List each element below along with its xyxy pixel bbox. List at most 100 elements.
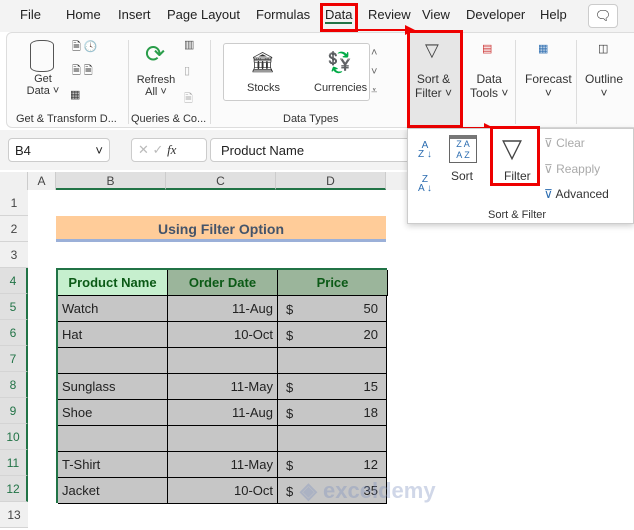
table-cell[interactable]: 18: [278, 400, 387, 426]
header-cell[interactable]: Price: [278, 270, 388, 296]
formula-buttons: ✕ ✓ fx: [131, 138, 207, 162]
name-box[interactable]: B4 ˅: [8, 138, 110, 162]
stocks-button[interactable]: Stocks: [247, 82, 280, 94]
column-header[interactable]: B: [56, 172, 166, 190]
watermark-logo: ◈ exceldemy: [300, 478, 436, 503]
sort-filter-highlight: [407, 30, 463, 128]
group-label: Get & Transform D...: [16, 113, 117, 125]
reapply-button: ⊽ Reapply: [544, 162, 601, 176]
column-header[interactable]: D: [276, 172, 386, 190]
currencies-icon: 💱: [327, 52, 352, 74]
sort-button[interactable]: Sort: [451, 169, 473, 183]
refresh-all-button[interactable]: Refresh All ˅: [134, 74, 178, 98]
header-cell[interactable]: Order Date: [168, 270, 278, 296]
table-cell[interactable]: Jacket: [58, 478, 168, 504]
header-cell[interactable]: Product Name: [58, 270, 168, 296]
ribbon-tabs: File Home Insert Page Layout Formulas Da…: [0, 0, 634, 32]
from-text-icon[interactable]: 🗎 🕓: [72, 38, 98, 57]
table-cell[interactable]: 11-May: [168, 374, 278, 400]
row-header[interactable]: 2: [0, 216, 28, 242]
tab-developer[interactable]: Developer: [466, 7, 525, 22]
column-header[interactable]: A: [28, 172, 56, 190]
currency-symbol: $: [286, 328, 294, 343]
table-cell[interactable]: Hat: [58, 322, 168, 348]
tab-formulas[interactable]: Formulas: [256, 7, 310, 22]
fx-icon[interactable]: fx: [167, 142, 176, 157]
table-cell[interactable]: 12: [278, 452, 387, 478]
table-cell[interactable]: 10-Oct: [168, 322, 278, 348]
data-tab-highlight: [320, 3, 358, 32]
tab-insert[interactable]: Insert: [118, 7, 151, 22]
table-cell[interactable]: [58, 348, 168, 374]
clear-button: ⊽ Clear: [544, 136, 585, 150]
group-label: Data Types: [283, 113, 339, 125]
enter-icon[interactable]: ✓: [153, 142, 164, 157]
row-header[interactable]: 7: [0, 346, 28, 372]
get-data-button[interactable]: Get Data ˅: [25, 73, 61, 97]
outline-button[interactable]: Outline ˅: [585, 72, 623, 100]
currency-symbol: $: [286, 458, 294, 473]
row-header[interactable]: 8: [0, 372, 28, 398]
tab-view[interactable]: View: [422, 7, 450, 22]
sort-icon: Z AA Z: [449, 135, 477, 163]
row-header[interactable]: 1: [0, 190, 28, 216]
group-label: Queries & Co...: [131, 113, 207, 125]
table-cell[interactable]: Watch: [58, 296, 168, 322]
tab-help[interactable]: Help: [540, 7, 567, 22]
sort-z-to-a-button[interactable]: ZA ↓: [418, 175, 432, 194]
table-cell[interactable]: T-Shirt: [58, 452, 168, 478]
edit-links-icon: ▯: [184, 65, 191, 77]
row-header[interactable]: 6: [0, 320, 28, 346]
tab-page-layout[interactable]: Page Layout: [167, 7, 240, 22]
table-icon[interactable]: ▦: [70, 88, 80, 101]
group-label: Sort & Filter: [488, 209, 547, 221]
comments-icon[interactable]: 🗨: [588, 4, 618, 28]
data-tools-button[interactable]: Data Tools ˅: [470, 72, 508, 100]
tab-file[interactable]: File: [20, 7, 41, 22]
column-header[interactable]: C: [166, 172, 276, 190]
advanced-button[interactable]: ⊽ Advanced: [544, 187, 609, 201]
table-cell[interactable]: [168, 426, 278, 452]
table-cell[interactable]: 10-Oct: [168, 478, 278, 504]
refresh-icon: ⟳: [145, 41, 166, 68]
database-icon: [30, 40, 54, 72]
sort-a-to-z-button[interactable]: AZ ↓: [418, 141, 432, 160]
table-cell[interactable]: 15: [278, 374, 387, 400]
table-cell[interactable]: [58, 426, 168, 452]
row-header[interactable]: 4: [0, 268, 28, 294]
currency-symbol: $: [286, 406, 294, 421]
select-all[interactable]: [0, 172, 28, 190]
sheet-title: Using Filter Option: [56, 216, 386, 242]
table-cell[interactable]: 11-May: [168, 452, 278, 478]
table-cell[interactable]: [168, 348, 278, 374]
row-header[interactable]: 13: [0, 502, 28, 528]
row-header[interactable]: 10: [0, 424, 28, 450]
cancel-icon[interactable]: ✕: [138, 142, 149, 157]
table-cell[interactable]: 20: [278, 322, 387, 348]
stocks-icon: 🏛: [250, 52, 276, 74]
row-header[interactable]: 5: [0, 294, 28, 320]
forecast-icon: ▦: [538, 43, 549, 55]
forecast-button[interactable]: Forecast ˅: [525, 72, 572, 100]
currency-symbol: $: [286, 380, 294, 395]
properties-icon[interactable]: ▥: [184, 38, 194, 51]
row-header[interactable]: 3: [0, 242, 28, 268]
row-header[interactable]: 11: [0, 450, 28, 476]
from-web-icon[interactable]: 🗎 🗎: [72, 62, 93, 81]
table-cell[interactable]: Sunglass: [58, 374, 168, 400]
row-header[interactable]: 12: [0, 476, 28, 502]
table-cell[interactable]: 11-Aug: [168, 296, 278, 322]
tab-review[interactable]: Review: [368, 7, 411, 22]
outline-icon: ◫: [598, 43, 609, 55]
table-cell[interactable]: Shoe: [58, 400, 168, 426]
table-cell[interactable]: [278, 348, 387, 374]
table-cell[interactable]: 11-Aug: [168, 400, 278, 426]
table-cell[interactable]: [278, 426, 387, 452]
tab-home[interactable]: Home: [66, 7, 101, 22]
currencies-button[interactable]: Currencies: [314, 82, 367, 94]
currency-symbol: $: [286, 302, 294, 317]
filter-highlight: [490, 126, 540, 186]
gallery-scroll[interactable]: ˄ ˅ ⩡: [371, 44, 377, 101]
table-cell[interactable]: 50: [278, 296, 387, 322]
row-header[interactable]: 9: [0, 398, 28, 424]
